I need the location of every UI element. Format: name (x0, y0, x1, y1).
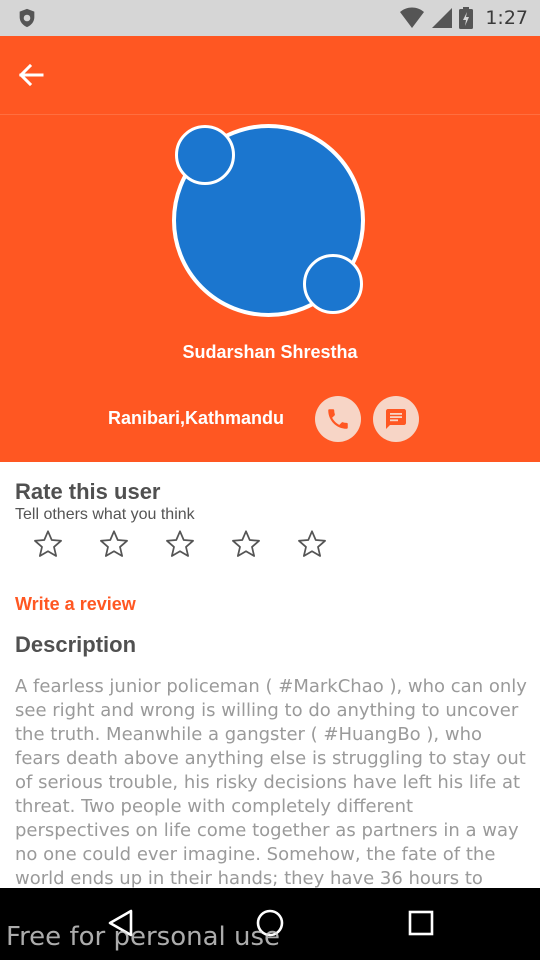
nav-recent-icon[interactable] (406, 908, 436, 938)
profile-header: Sudarshan Shrestha Ranibari,Kathmandu (0, 36, 540, 462)
avatar (172, 124, 368, 320)
avatar-dot (175, 125, 235, 185)
message-button[interactable] (373, 396, 419, 442)
user-name: Sudarshan Shrestha (182, 342, 358, 362)
watermark: Free for personal use (6, 922, 281, 952)
avatar-dot (303, 254, 363, 314)
wifi-icon (400, 7, 425, 28)
write-review-link[interactable]: Write a review (15, 594, 136, 615)
description-text: A fearless junior policeman ( #MarkChao … (15, 676, 527, 888)
rate-subtitle: Tell others what you think (15, 506, 195, 523)
star-icon[interactable] (98, 528, 130, 560)
user-location: Ranibari,Kathmandu (108, 408, 285, 428)
star-icon[interactable] (32, 528, 64, 560)
battery-icon (459, 7, 474, 29)
rating-stars (32, 528, 328, 562)
status-icons: 1:27 (399, 6, 528, 30)
star-icon[interactable] (164, 528, 196, 560)
navigation-bar: Free for personal use (0, 888, 540, 960)
shield-icon (19, 8, 35, 28)
description-title: Description (15, 632, 137, 657)
arrow-back-icon (18, 63, 44, 87)
phone-icon (328, 409, 348, 429)
status-bar: 1:27 (0, 0, 540, 36)
toolbar (0, 36, 540, 115)
star-icon[interactable] (230, 528, 262, 560)
signal-icon (432, 8, 453, 28)
clock: 1:27 (485, 7, 528, 29)
star-icon[interactable] (296, 528, 328, 560)
location-row: Ranibari,Kathmandu (0, 396, 540, 442)
message-icon (386, 409, 406, 429)
call-button[interactable] (315, 396, 361, 442)
rate-title: Rate this user (15, 479, 161, 504)
back-button[interactable] (18, 58, 66, 92)
